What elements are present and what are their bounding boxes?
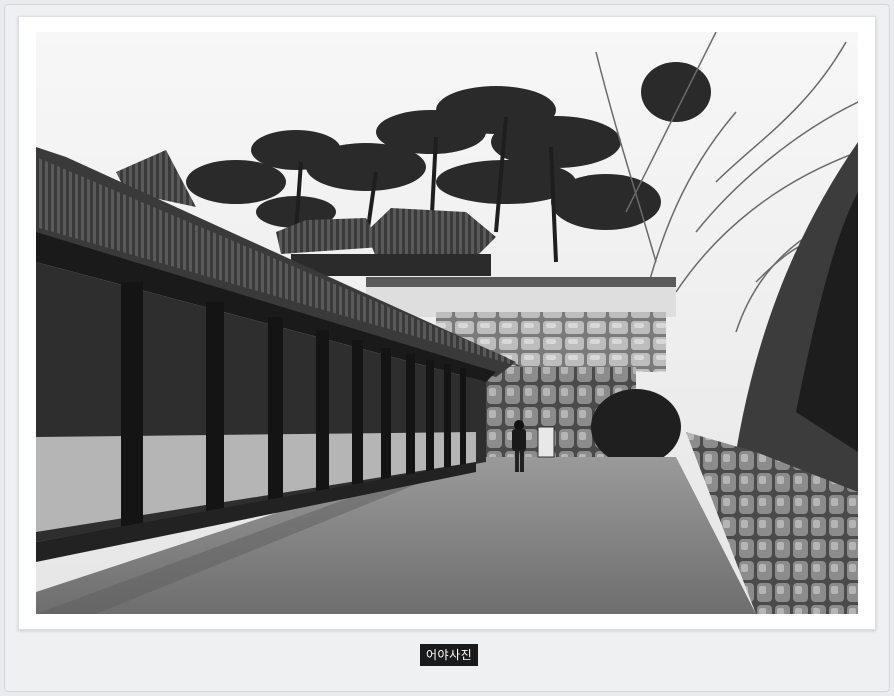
caption-label: 어야사진 (420, 644, 479, 666)
photo-illustration (36, 32, 858, 614)
photograph (36, 32, 858, 614)
